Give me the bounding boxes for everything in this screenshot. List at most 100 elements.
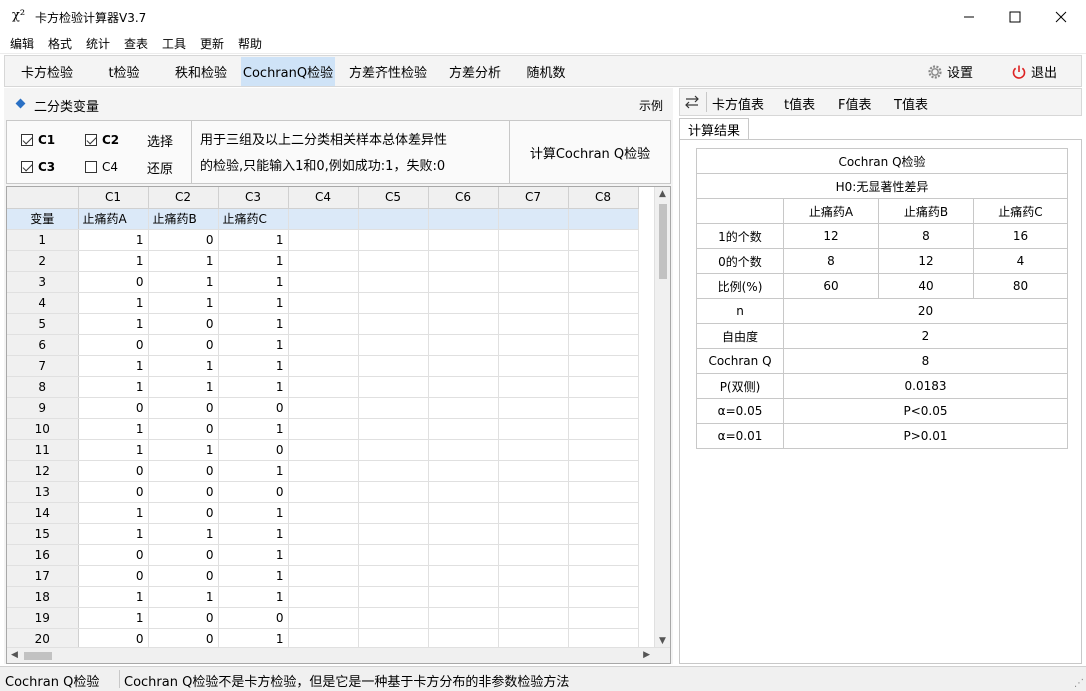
grid-cell[interactable]: 1	[218, 502, 289, 524]
grid-cell[interactable]: 1	[218, 565, 289, 587]
grid-cell[interactable]: 0	[148, 607, 219, 629]
grid-cell[interactable]	[498, 376, 569, 398]
tab-chi-square-table[interactable]: 卡方值表	[712, 94, 764, 113]
row-number[interactable]: 16	[7, 544, 79, 566]
grid-cell[interactable]: 1	[218, 460, 289, 482]
scroll-thumb[interactable]	[659, 204, 667, 279]
grid-cell[interactable]	[358, 460, 429, 482]
grid-cell[interactable]: 0	[218, 607, 289, 629]
grid-cell[interactable]: 1	[218, 376, 289, 398]
grid-cell[interactable]	[358, 607, 429, 629]
grid-cell[interactable]: 0	[78, 334, 149, 356]
close-button[interactable]	[1038, 0, 1084, 33]
grid-cell[interactable]	[568, 292, 639, 314]
row-number[interactable]: 18	[7, 586, 79, 608]
grid-cell[interactable]	[568, 439, 639, 461]
grid-cell[interactable]: 1	[218, 544, 289, 566]
grid-cell[interactable]	[288, 418, 359, 440]
variable-name-cell[interactable]: 止痛药C	[218, 208, 289, 230]
grid-cell[interactable]	[498, 481, 569, 503]
grid-cell[interactable]	[358, 313, 429, 335]
variable-name-cell[interactable]	[568, 208, 639, 230]
grid-cell[interactable]: 1	[148, 586, 219, 608]
grid-cell[interactable]	[428, 460, 499, 482]
grid-cell[interactable]	[288, 397, 359, 419]
row-number[interactable]: 7	[7, 355, 79, 377]
grid-cell[interactable]	[358, 523, 429, 545]
grid-cell[interactable]	[498, 229, 569, 251]
grid-cell[interactable]: 1	[218, 334, 289, 356]
grid-cell[interactable]: 1	[78, 523, 149, 545]
grid-cell[interactable]	[428, 544, 499, 566]
grid-cell[interactable]: 1	[218, 586, 289, 608]
calculate-cochran-q-button[interactable]: 计算Cochran Q检验	[510, 121, 670, 183]
grid-cell[interactable]	[568, 502, 639, 524]
grid-cell[interactable]: 1	[218, 250, 289, 272]
row-number[interactable]: 14	[7, 502, 79, 524]
maximize-button[interactable]	[992, 0, 1038, 33]
grid-cell[interactable]	[288, 250, 359, 272]
grid-cell[interactable]	[498, 313, 569, 335]
grid-cell[interactable]	[358, 544, 429, 566]
grid-cell[interactable]	[428, 397, 499, 419]
grid-cell[interactable]	[568, 334, 639, 356]
settings-button[interactable]: 设置	[927, 57, 973, 86]
grid-cell[interactable]: 1	[148, 355, 219, 377]
grid-cell[interactable]	[568, 376, 639, 398]
menu-lookup[interactable]: 查表	[124, 35, 148, 52]
grid-cell[interactable]: 1	[148, 439, 219, 461]
grid-cell[interactable]	[428, 481, 499, 503]
grid-cell[interactable]	[428, 355, 499, 377]
grid-cell[interactable]	[568, 397, 639, 419]
grid-cell[interactable]: 1	[78, 313, 149, 335]
grid-cell[interactable]	[498, 334, 569, 356]
grid-cell[interactable]	[428, 229, 499, 251]
grid-cell[interactable]	[428, 565, 499, 587]
scroll-down-icon[interactable]: ▼	[659, 636, 666, 646]
grid-cell[interactable]	[358, 397, 429, 419]
grid-cell[interactable]: 0	[78, 271, 149, 293]
row-number[interactable]: 2	[7, 250, 79, 272]
grid-cell[interactable]: 1	[218, 313, 289, 335]
grid-cell[interactable]	[358, 439, 429, 461]
grid-cell[interactable]	[428, 376, 499, 398]
exit-button[interactable]: 退出	[1011, 57, 1057, 86]
grid-cell[interactable]	[288, 313, 359, 335]
tab-anova[interactable]: 方差分析	[439, 57, 511, 86]
grid-cell[interactable]	[568, 418, 639, 440]
grid-cell[interactable]: 1	[78, 250, 149, 272]
grid-cell[interactable]: 0	[148, 397, 219, 419]
grid-cell[interactable]	[498, 460, 569, 482]
grid-cell[interactable]	[498, 250, 569, 272]
grid-cell[interactable]: 0	[148, 334, 219, 356]
vertical-scrollbar[interactable]: ▲ ▼	[654, 187, 670, 648]
grid-cell[interactable]: 1	[78, 586, 149, 608]
row-number[interactable]: 10	[7, 418, 79, 440]
grid-cell[interactable]	[498, 628, 569, 650]
grid-cell[interactable]: 1	[148, 250, 219, 272]
grid-cell[interactable]	[568, 481, 639, 503]
row-number[interactable]: 11	[7, 439, 79, 461]
grid-cell[interactable]: 1	[78, 418, 149, 440]
grid-cell[interactable]	[428, 271, 499, 293]
menu-tools[interactable]: 工具	[162, 35, 186, 52]
grid-cell[interactable]	[358, 418, 429, 440]
grid-cell[interactable]: 1	[148, 523, 219, 545]
grid-cell[interactable]	[288, 229, 359, 251]
grid-cell[interactable]: 1	[148, 376, 219, 398]
grid-cell[interactable]: 1	[218, 229, 289, 251]
tab-variance-homogeneity[interactable]: 方差齐性检验	[339, 57, 437, 86]
grid-cell[interactable]	[568, 313, 639, 335]
grid-cell[interactable]	[358, 229, 429, 251]
grid-cell[interactable]	[498, 292, 569, 314]
row-number[interactable]: 8	[7, 376, 79, 398]
grid-cell[interactable]	[498, 523, 569, 545]
grid-cell[interactable]	[288, 607, 359, 629]
grid-cell[interactable]	[568, 565, 639, 587]
grid-cell[interactable]	[428, 628, 499, 650]
grid-cell[interactable]	[498, 355, 569, 377]
grid-cell[interactable]	[358, 586, 429, 608]
grid-cell[interactable]	[568, 544, 639, 566]
row-number[interactable]: 3	[7, 271, 79, 293]
grid-cell[interactable]	[428, 523, 499, 545]
